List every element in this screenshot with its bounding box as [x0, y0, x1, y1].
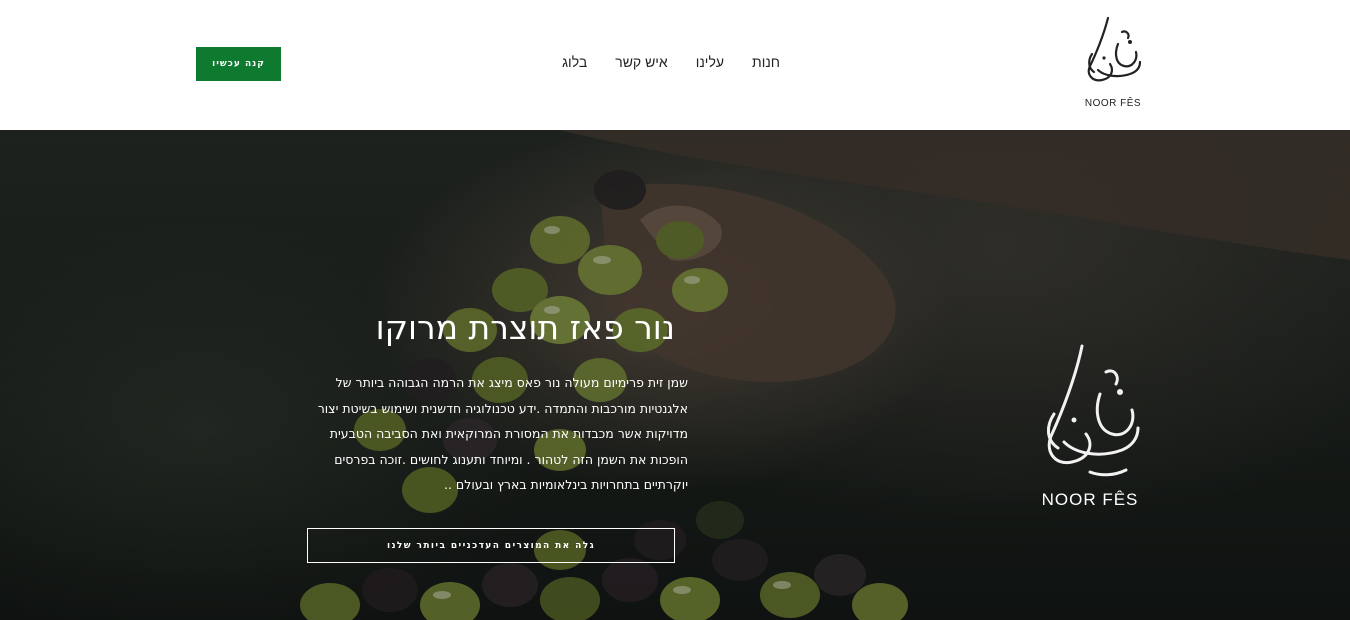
site-header: קנה עכשיו חנות עלינו איש קשר בלוג NOOR F…: [0, 0, 1350, 130]
logo-wordmark: NOOR FÊS: [1084, 98, 1142, 109]
nav-item-blog[interactable]: בלוג: [562, 54, 587, 74]
calligraphy-logo-icon: [1047, 344, 1140, 477]
buy-now-button[interactable]: קנה עכשיו: [196, 47, 281, 81]
nav-item-contact[interactable]: איש קשר: [615, 54, 668, 74]
hero-section: נור פאז תוצרת מרוקו שמן זית פרימיום מעול…: [0, 130, 1350, 620]
hero-description: שמן זית פרימיום מעולה נור פאס מיצג את הר…: [317, 375, 688, 492]
hero-logo-wordmark: NOOR FÊS: [1041, 490, 1139, 509]
nav-item-shop[interactable]: חנות: [752, 54, 780, 74]
discover-products-button[interactable]: גלה את המוצרים העדכניים ביותר שלנו: [307, 528, 675, 563]
hero-logo: NOOR FÊS: [1030, 342, 1150, 532]
main-nav: חנות עלינו איש קשר בלוג: [560, 54, 780, 74]
hero-title: נור פאז תוצרת מרוקו: [375, 308, 675, 347]
calligraphy-logo-icon: [1087, 16, 1142, 82]
site-logo[interactable]: NOOR FÊS: [1078, 14, 1148, 114]
nav-item-about[interactable]: עלינו: [696, 54, 724, 74]
